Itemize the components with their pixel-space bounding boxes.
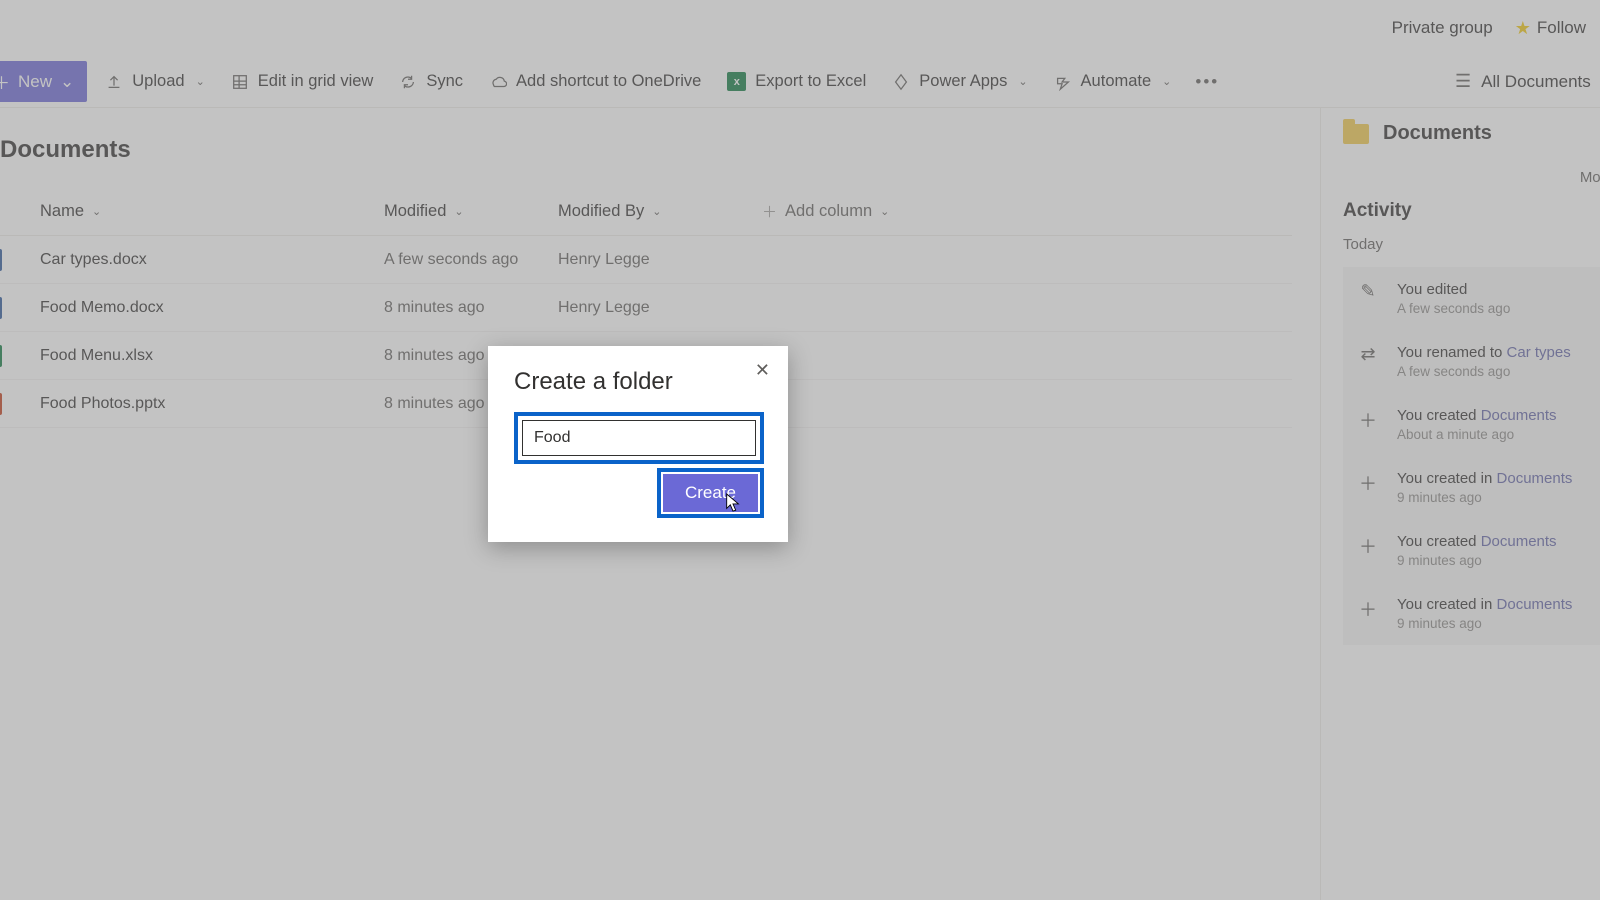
create-button[interactable]: Create [663,474,758,512]
dialog-title: Create a folder [514,368,764,396]
folder-name-input[interactable] [522,420,756,456]
create-folder-dialog: ✕ Create a folder Create [488,346,788,542]
close-icon: ✕ [755,360,770,380]
modal-backdrop[interactable] [0,0,1600,900]
folder-name-field-highlight [514,412,764,464]
create-button-highlight: Create [657,468,764,518]
close-button[interactable]: ✕ [749,356,776,385]
